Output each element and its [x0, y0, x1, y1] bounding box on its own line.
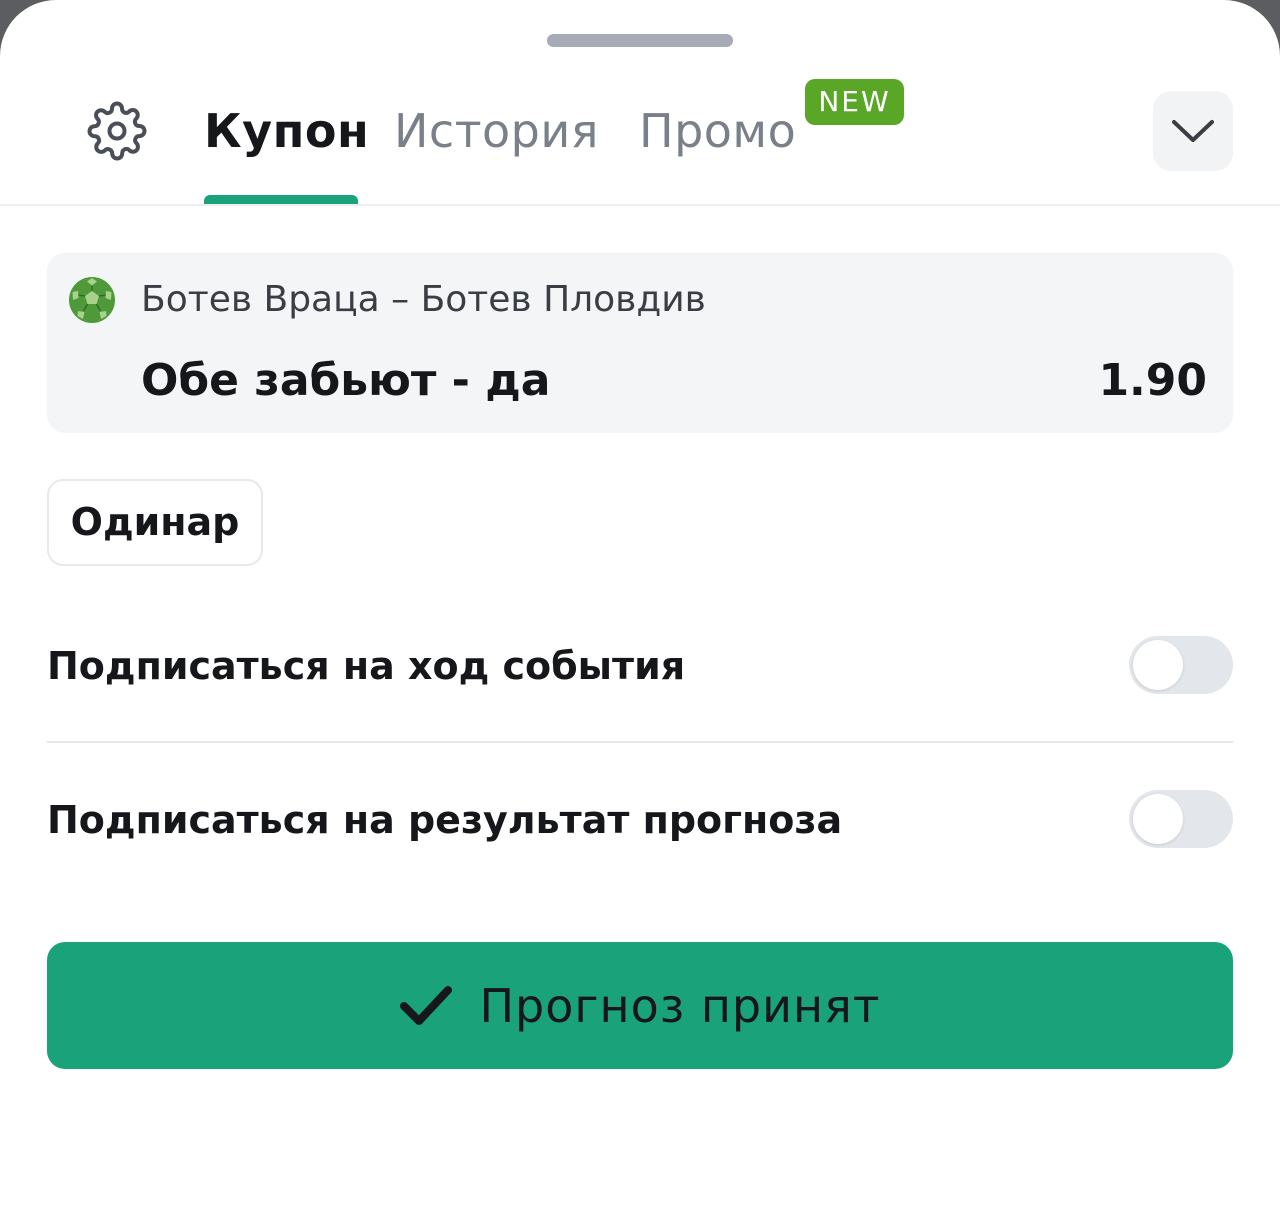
rows-divider: [47, 741, 1233, 743]
toggle-knob: [1133, 640, 1183, 690]
tab-coupon[interactable]: Купон: [204, 100, 369, 162]
gear-icon: [87, 101, 147, 161]
bet-odds: 1.90: [1098, 355, 1207, 406]
subscribe-event-toggle[interactable]: [1129, 636, 1233, 694]
settings-button[interactable]: [84, 98, 150, 164]
chevron-down-icon: [1172, 120, 1214, 142]
header-divider: [0, 204, 1280, 206]
bet-outcome: Обе забьют - да: [141, 355, 551, 406]
event-name: Ботев Враца – Ботев Пловдив: [141, 279, 706, 320]
collapse-button[interactable]: [1153, 91, 1233, 171]
subscribe-result-toggle[interactable]: [1129, 790, 1233, 848]
bet-type-chip[interactable]: Одинар: [47, 479, 263, 566]
bet-accepted-button[interactable]: Прогноз принят: [47, 942, 1233, 1069]
tab-promo[interactable]: Промо: [639, 100, 796, 162]
toggle-knob: [1133, 794, 1183, 844]
tab-history[interactable]: История: [394, 100, 599, 162]
bet-accepted-content: Прогноз принят: [399, 979, 880, 1033]
bet-card: Ботев Враца – Ботев Пловдив Обе забьют -…: [47, 253, 1233, 433]
drag-handle[interactable]: [547, 34, 733, 47]
bet-slip-sheet: Купон История Промо NEW Ботев Враца – Бо…: [0, 0, 1280, 1215]
checkmark-icon: [400, 985, 453, 1025]
bet-accepted-label: Прогноз принят: [479, 978, 881, 1033]
subscribe-event-label: Подписаться на ход события: [47, 644, 686, 688]
subscribe-result-label: Подписаться на результат прогноза: [47, 798, 843, 842]
soccer-ball-icon: [69, 277, 115, 323]
new-badge: NEW: [805, 79, 904, 125]
